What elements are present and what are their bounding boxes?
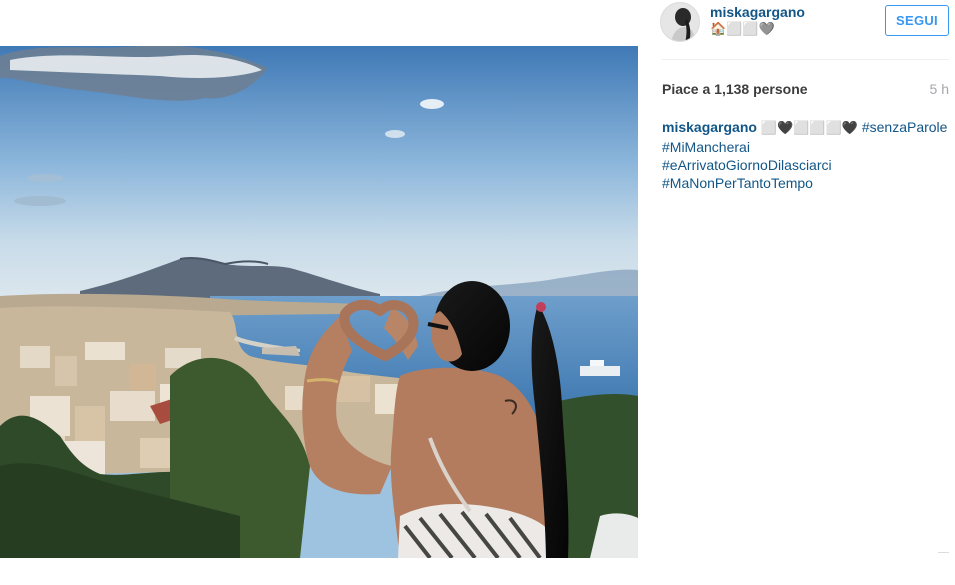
post-caption: miskagargano ⬜🖤⬜⬜⬜🖤 #senzaParole #MiManc…	[662, 118, 949, 192]
user-bio-emoji: 🏠⬜⬜🩶	[710, 22, 775, 37]
caption-author-link[interactable]: miskagargano	[662, 119, 757, 135]
avatar[interactable]	[660, 2, 700, 42]
username-link[interactable]: miskagargano	[710, 4, 805, 20]
avatar-image	[661, 3, 699, 41]
hashtag-link[interactable]: #senzaParole	[862, 119, 948, 135]
post-details-panel: miskagargano 🏠⬜⬜🩶 SEGUI Piace a 1,138 pe…	[638, 0, 955, 585]
follow-button[interactable]: SEGUI	[885, 5, 949, 36]
post-photo[interactable]	[0, 46, 638, 558]
post-photo-image	[0, 46, 638, 558]
likes-count[interactable]: Piace a 1,138 persone	[662, 81, 808, 97]
hashtag-link[interactable]: #MaNonPerTantoTempo	[662, 174, 949, 192]
post-timestamp[interactable]: 5 h	[930, 81, 949, 97]
comment-area-divider	[938, 552, 949, 553]
caption-emoji: ⬜🖤⬜⬜⬜🖤	[760, 121, 858, 136]
header-divider	[662, 59, 949, 60]
post-header: miskagargano 🏠⬜⬜🩶 SEGUI	[638, 0, 955, 59]
hashtag-link[interactable]: #eArrivatoGiornoDilasciarci	[662, 156, 949, 174]
hashtag-link[interactable]: #MiMancherai	[662, 138, 949, 156]
